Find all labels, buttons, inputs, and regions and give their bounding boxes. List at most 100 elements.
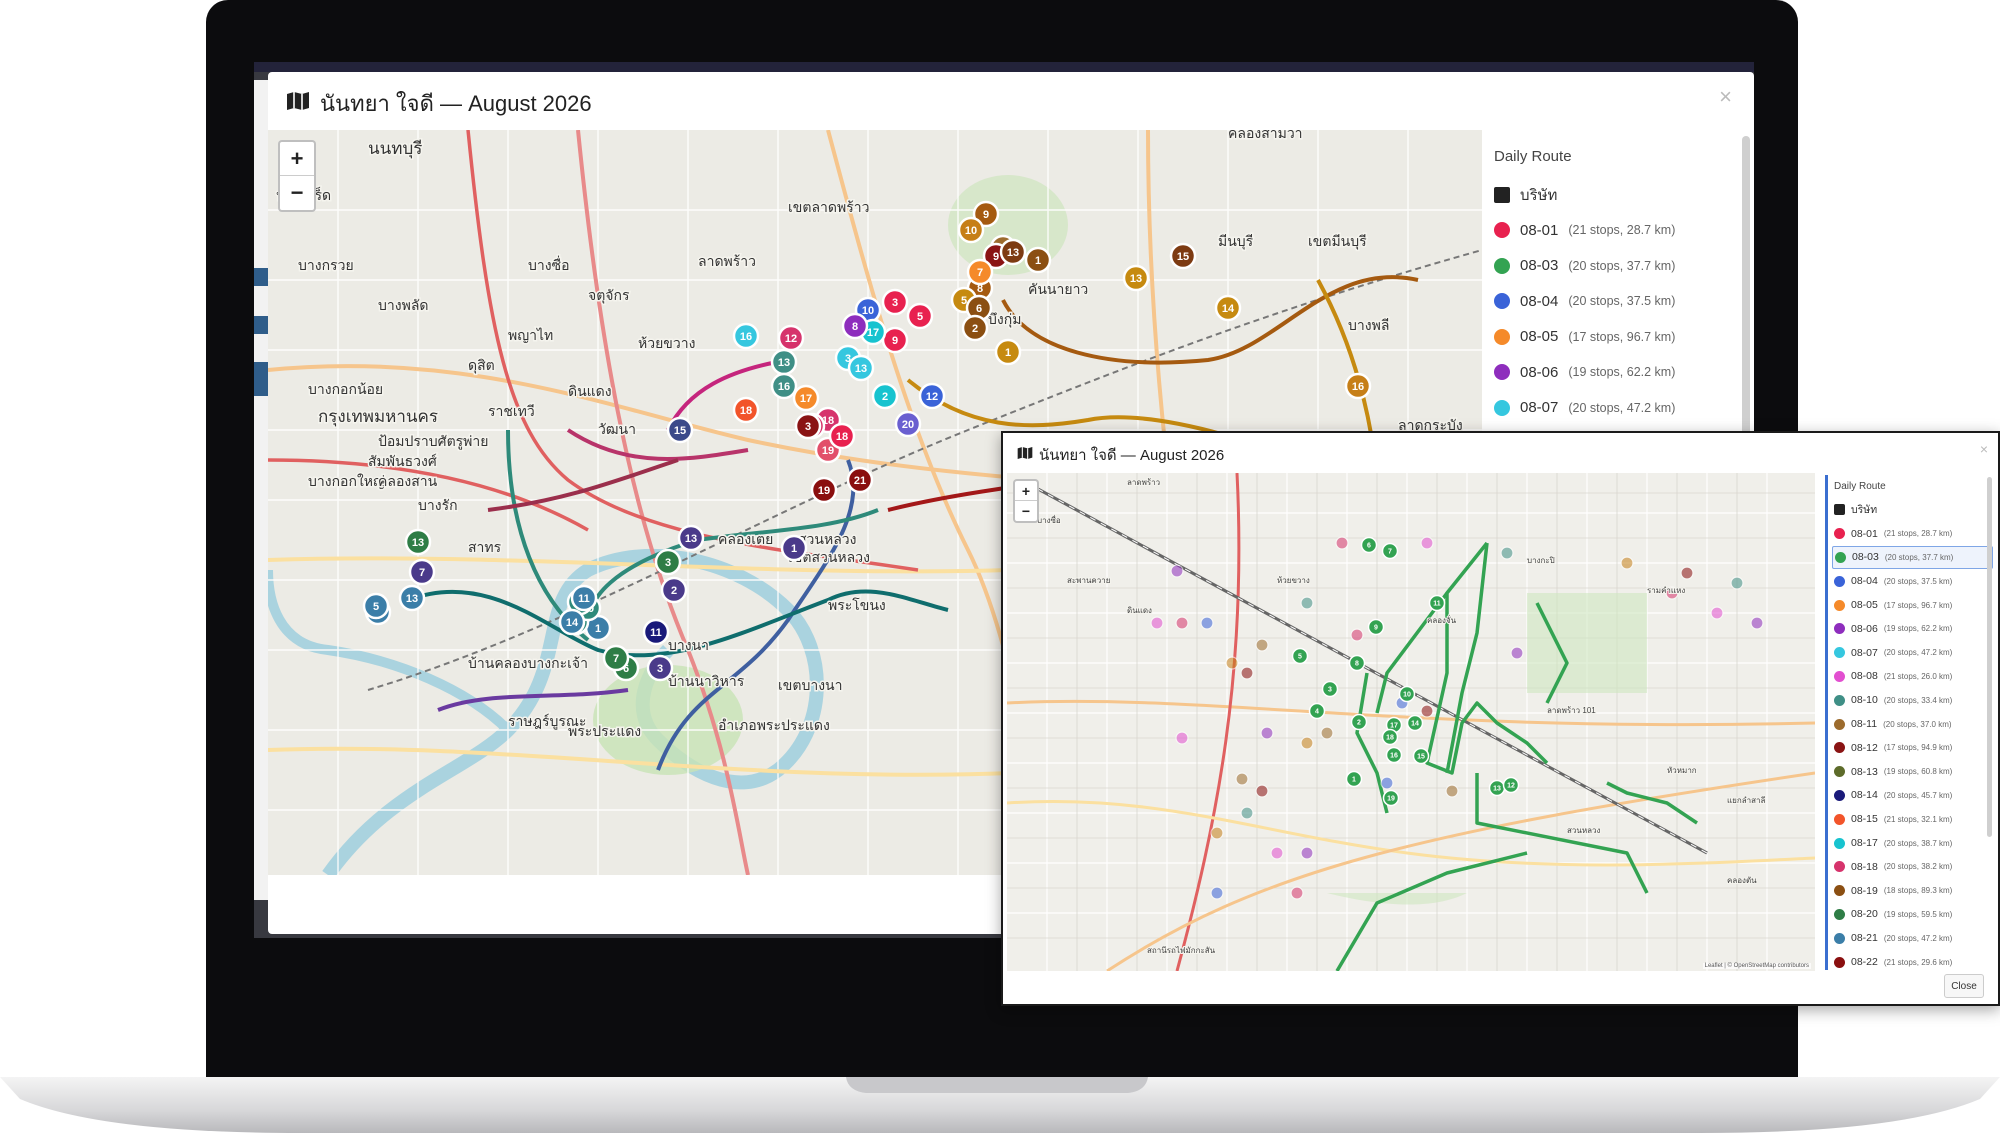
route-stop-marker[interactable]: 2 bbox=[961, 314, 989, 342]
inactive-stop-marker[interactable] bbox=[1175, 616, 1189, 630]
route-stop-marker[interactable]: 8 bbox=[841, 312, 869, 340]
route-stop-marker[interactable]: 2 bbox=[1350, 713, 1368, 731]
inactive-stop-marker[interactable] bbox=[1420, 536, 1434, 550]
legend-item-08-17[interactable]: 08-17 (20 stops, 38.7 km) bbox=[1834, 831, 1993, 855]
legend-item-บริษัท[interactable]: บริษัท bbox=[1834, 498, 1993, 522]
inactive-stop-marker[interactable] bbox=[1300, 596, 1314, 610]
route-stop-marker[interactable]: 2 bbox=[660, 576, 688, 604]
route-stop-marker[interactable]: 15 bbox=[666, 416, 694, 444]
inactive-stop-marker[interactable] bbox=[1680, 566, 1694, 580]
inactive-stop-marker[interactable] bbox=[1380, 776, 1394, 790]
inactive-stop-marker[interactable] bbox=[1170, 564, 1184, 578]
route-stop-marker[interactable]: 5 bbox=[906, 302, 934, 330]
route-stop-marker[interactable]: 13 bbox=[770, 348, 798, 376]
zoom-out-button[interactable]: − bbox=[280, 176, 314, 210]
legend-item-08-19[interactable]: 08-19 (18 stops, 89.3 km) bbox=[1834, 879, 1993, 903]
inactive-stop-marker[interactable] bbox=[1620, 556, 1634, 570]
route-stop-marker[interactable]: 8 bbox=[1348, 654, 1366, 672]
legend-item-08-04[interactable]: 08-04 (20 stops, 37.5 km) bbox=[1494, 284, 1724, 320]
inactive-stop-marker[interactable] bbox=[1210, 826, 1224, 840]
route-stop-marker[interactable]: 1 bbox=[1345, 770, 1363, 788]
route-stop-marker[interactable]: 9 bbox=[1367, 618, 1385, 636]
route-stop-marker[interactable]: 15 bbox=[1169, 242, 1197, 270]
route-map[interactable]: ลาดพร้าว บางซื่อ สะพานควาย ดินแดง ห้วยขวาง คล… bbox=[1007, 473, 1815, 971]
legend-item-08-07[interactable]: 08-07 (20 stops, 47.2 km) bbox=[1494, 390, 1724, 426]
route-stop-marker[interactable]: 7 bbox=[602, 644, 630, 672]
route-stop-marker[interactable]: 2 bbox=[871, 382, 899, 410]
route-stop-marker[interactable]: 20 bbox=[894, 410, 922, 438]
legend-item-08-03[interactable]: 08-03 (20 stops, 37.7 km) bbox=[1494, 248, 1724, 284]
legend-scrollbar[interactable] bbox=[1987, 477, 1992, 837]
inactive-stop-marker[interactable] bbox=[1240, 806, 1254, 820]
route-stop-marker[interactable]: 13 bbox=[1488, 779, 1506, 797]
inactive-stop-marker[interactable] bbox=[1225, 656, 1239, 670]
route-stop-marker[interactable]: 13 bbox=[1122, 264, 1150, 292]
route-stop-marker[interactable]: 3 bbox=[794, 412, 822, 440]
route-stop-marker[interactable]: 15 bbox=[1412, 747, 1430, 765]
inactive-stop-marker[interactable] bbox=[1260, 726, 1274, 740]
inactive-stop-marker[interactable] bbox=[1730, 576, 1744, 590]
route-stop-marker[interactable]: 7 bbox=[1381, 542, 1399, 560]
route-stop-marker[interactable]: 4 bbox=[1308, 702, 1326, 720]
route-stop-marker[interactable]: 1 bbox=[780, 534, 808, 562]
inactive-stop-marker[interactable] bbox=[1150, 616, 1164, 630]
inactive-stop-marker[interactable] bbox=[1235, 772, 1249, 786]
inactive-stop-marker[interactable] bbox=[1750, 616, 1764, 630]
inactive-stop-marker[interactable] bbox=[1335, 536, 1349, 550]
legend-item-08-20[interactable]: 08-20 (19 stops, 59.5 km) bbox=[1834, 903, 1993, 927]
route-stop-marker[interactable]: 17 bbox=[792, 384, 820, 412]
legend-item-08-11[interactable]: 08-11 (20 stops, 37.0 km) bbox=[1834, 712, 1993, 736]
route-stop-marker[interactable]: 19 bbox=[1382, 789, 1400, 807]
inactive-stop-marker[interactable] bbox=[1200, 616, 1214, 630]
inactive-stop-marker[interactable] bbox=[1300, 736, 1314, 750]
inactive-stop-marker[interactable] bbox=[1420, 704, 1434, 718]
zoom-in-button[interactable]: + bbox=[1015, 481, 1037, 501]
route-stop-marker[interactable]: 18 bbox=[732, 396, 760, 424]
route-stop-marker[interactable]: 16 bbox=[1344, 372, 1372, 400]
legend-item-08-12[interactable]: 08-12 (17 stops, 94.9 km) bbox=[1834, 736, 1993, 760]
route-stop-marker[interactable]: 13 bbox=[847, 354, 875, 382]
close-icon[interactable]: × bbox=[1719, 84, 1732, 110]
legend-item-08-15[interactable]: 08-15 (21 stops, 32.1 km) bbox=[1834, 807, 1993, 831]
legend-item-08-18[interactable]: 08-18 (20 stops, 38.2 km) bbox=[1834, 855, 1993, 879]
route-stop-marker[interactable]: 3 bbox=[881, 288, 909, 316]
route-stop-marker[interactable]: 12 bbox=[777, 324, 805, 352]
route-stop-marker[interactable]: 18 bbox=[828, 422, 856, 450]
legend-item-บริษัท[interactable]: บริษัท bbox=[1494, 177, 1724, 213]
route-stop-marker[interactable]: 7 bbox=[966, 258, 994, 286]
inactive-stop-marker[interactable] bbox=[1290, 886, 1304, 900]
inactive-stop-marker[interactable] bbox=[1240, 666, 1254, 680]
route-stop-marker[interactable]: 6 bbox=[1360, 536, 1378, 554]
legend-item-08-05[interactable]: 08-05 (17 stops, 96.7 km) bbox=[1494, 319, 1724, 355]
legend-scrollbar[interactable] bbox=[1742, 136, 1750, 436]
inactive-stop-marker[interactable] bbox=[1350, 628, 1364, 642]
zoom-out-button[interactable]: − bbox=[1015, 501, 1037, 521]
legend-item-08-01[interactable]: 08-01 (21 stops, 28.7 km) bbox=[1494, 213, 1724, 249]
route-stop-marker[interactable]: 5 bbox=[1291, 647, 1309, 665]
route-stop-marker[interactable]: 12 bbox=[918, 382, 946, 410]
route-stop-marker[interactable]: 18 bbox=[1381, 728, 1399, 746]
map-attribution[interactable]: Leaflet | © OpenStreetMap contributors bbox=[1702, 963, 1811, 969]
route-stop-marker[interactable]: 1 bbox=[994, 338, 1022, 366]
legend-item-08-21[interactable]: 08-21 (20 stops, 47.2 km) bbox=[1834, 926, 1993, 950]
close-button[interactable]: Close bbox=[1944, 974, 1984, 998]
route-stop-marker[interactable]: 13 bbox=[677, 524, 705, 552]
legend-item-08-06[interactable]: 08-06 (19 stops, 62.2 km) bbox=[1494, 355, 1724, 391]
inactive-stop-marker[interactable] bbox=[1175, 731, 1189, 745]
legend-item-08-14[interactable]: 08-14 (20 stops, 45.7 km) bbox=[1834, 784, 1993, 808]
route-stop-marker[interactable]: 7 bbox=[408, 558, 436, 586]
inactive-stop-marker[interactable] bbox=[1445, 784, 1459, 798]
inactive-stop-marker[interactable] bbox=[1210, 886, 1224, 900]
route-stop-marker[interactable]: 1 bbox=[1024, 246, 1052, 274]
legend-item-08-08[interactable]: 08-08 (21 stops, 26.0 km) bbox=[1834, 665, 1993, 689]
route-stop-marker[interactable]: 3 bbox=[1321, 680, 1339, 698]
route-stop-marker[interactable]: 16 bbox=[1385, 746, 1403, 764]
inactive-stop-marker[interactable] bbox=[1270, 846, 1284, 860]
route-stop-marker[interactable]: 3 bbox=[654, 548, 682, 576]
route-stop-marker[interactable]: 16 bbox=[770, 372, 798, 400]
route-stop-marker[interactable]: 21 bbox=[846, 466, 874, 494]
route-stop-marker[interactable]: 13 bbox=[999, 238, 1027, 266]
route-stop-marker[interactable]: 13 bbox=[398, 584, 426, 612]
legend-item-08-03[interactable]: 08-03 (20 stops, 37.7 km) bbox=[1832, 545, 1993, 570]
route-stop-marker[interactable]: 11 bbox=[1428, 594, 1446, 612]
